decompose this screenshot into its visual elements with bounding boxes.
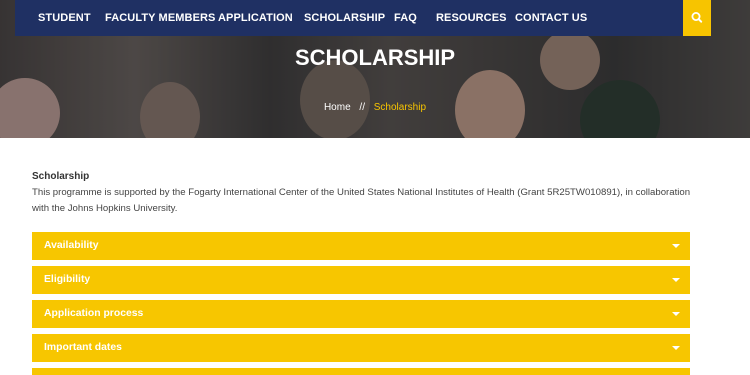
chevron-down-icon xyxy=(672,312,680,316)
search-button[interactable] xyxy=(683,0,711,36)
accordion-important-dates[interactable]: Important dates xyxy=(32,334,690,362)
accordion-eligibility[interactable]: Eligibility xyxy=(32,266,690,294)
chevron-down-icon xyxy=(672,278,680,282)
accordion-label: Important dates xyxy=(44,342,122,353)
breadcrumb-current: Scholarship xyxy=(373,102,427,113)
nav-item-resources[interactable]: RESOURCES xyxy=(436,0,507,36)
accordion-label: Availability xyxy=(44,240,99,251)
nav-item-faculty-members[interactable]: FACULTY MEMBERS xyxy=(105,0,216,36)
accordion-label: Application process xyxy=(44,308,144,319)
chevron-down-icon xyxy=(672,346,680,350)
breadcrumb-home-link[interactable]: Home xyxy=(324,102,351,113)
section-title: Scholarship xyxy=(32,171,90,182)
nav-item-application[interactable]: APPLICATION xyxy=(218,0,293,36)
accordion-next[interactable] xyxy=(32,368,690,375)
nav-item-scholarship[interactable]: SCHOLARSHIP xyxy=(304,0,385,36)
section-description: This programme is supported by the Fogar… xyxy=(32,187,691,214)
search-icon xyxy=(691,11,703,23)
nav-item-student[interactable]: STUDENT xyxy=(38,0,91,36)
breadcrumb: Home // Scholarship xyxy=(0,102,750,113)
nav-item-contact-us[interactable]: CONTACT US xyxy=(515,0,587,36)
accordion-application-process[interactable]: Application process xyxy=(32,300,690,328)
page-title: SCHOLARSHIP xyxy=(294,45,456,70)
accordion-label: Eligibility xyxy=(44,274,91,285)
breadcrumb-separator: // xyxy=(359,102,365,113)
nav-item-faq[interactable]: FAQ xyxy=(394,0,417,36)
chevron-down-icon xyxy=(672,244,680,248)
accordion-availability[interactable]: Availability xyxy=(32,232,690,260)
main-navigation: STUDENT FACULTY MEMBERS APPLICATION SCHO… xyxy=(15,0,711,36)
